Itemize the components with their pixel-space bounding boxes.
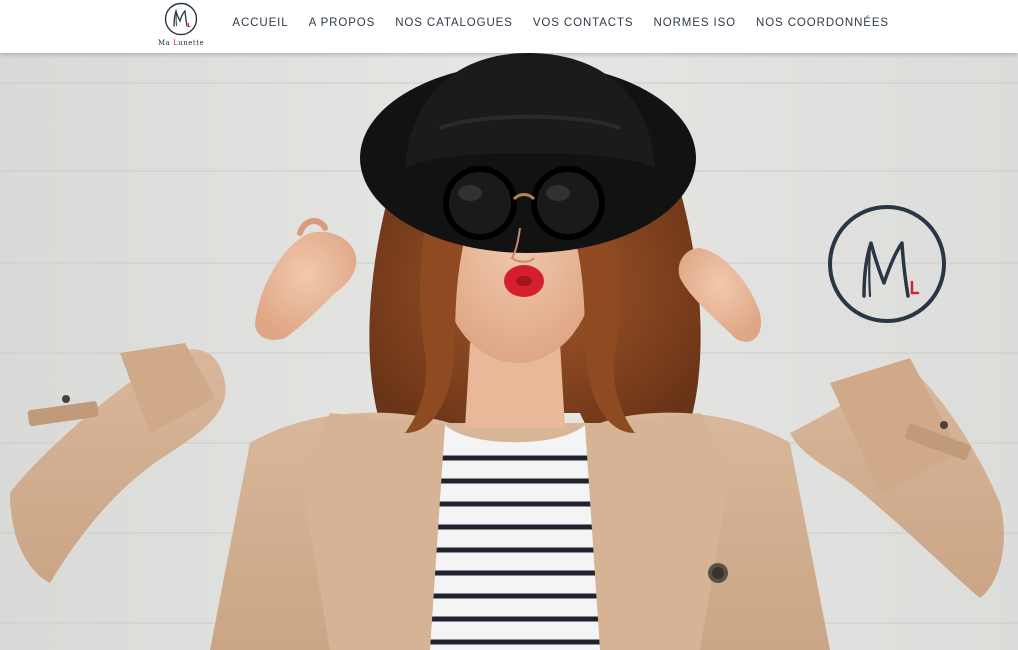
ml-logo-icon	[164, 2, 198, 36]
main-nav: ACCUEIL A PROPOS NOS CATALOGUES VOS CONT…	[212, 0, 889, 46]
site-logo[interactable]: Ma Lunette	[158, 2, 206, 52]
hero-banner	[0, 53, 1018, 650]
site-header: Ma Lunette ACCUEIL A PROPOS NOS CATALOGU…	[0, 0, 1018, 53]
page: Ma Lunette ACCUEIL A PROPOS NOS CATALOGU…	[0, 0, 1018, 650]
nav-item-nos-catalogues[interactable]: NOS CATALOGUES	[395, 17, 513, 29]
nav-item-accueil[interactable]: ACCUEIL	[232, 17, 288, 29]
hero-photo	[0, 53, 1018, 650]
nav-item-nos-coordonnees[interactable]: NOS COORDONNÉES	[756, 17, 889, 29]
nav-item-a-propos[interactable]: A PROPOS	[309, 17, 376, 29]
nav-item-normes-iso[interactable]: NORMES ISO	[654, 17, 736, 29]
ml-monogram-icon	[828, 205, 946, 323]
nav-item-vos-contacts[interactable]: VOS CONTACTS	[533, 17, 634, 29]
logo-wordmark: Ma Lunette	[158, 39, 205, 47]
